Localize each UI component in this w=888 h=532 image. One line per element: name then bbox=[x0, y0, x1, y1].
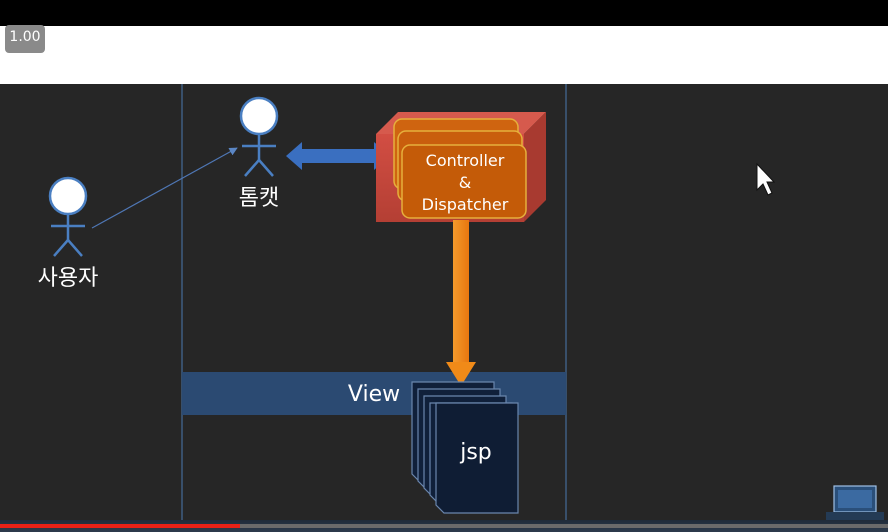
architecture-diagram: 사용자 톰캣 Controller & Dispatcher View jsp bbox=[38, 84, 884, 520]
controller-label-line3: Dispatcher bbox=[422, 195, 509, 214]
controller-label-line2: & bbox=[459, 173, 471, 192]
slide-area: 사용자 톰캣 Controller & Dispatcher View jsp bbox=[0, 84, 888, 520]
top-bar bbox=[0, 0, 888, 26]
tomcat-label: 톰캣 bbox=[239, 186, 279, 211]
mouse-cursor-icon bbox=[756, 162, 776, 196]
user-label: 사용자 bbox=[38, 266, 99, 291]
request-arrow bbox=[91, 147, 238, 229]
forward-arrow bbox=[446, 220, 476, 386]
controller-label-line1: Controller bbox=[426, 151, 505, 170]
bidirectional-arrow bbox=[286, 142, 390, 170]
white-band bbox=[0, 26, 888, 84]
progress-fill bbox=[0, 524, 240, 528]
monitor-icon bbox=[826, 485, 884, 520]
jsp-label: jsp bbox=[459, 440, 492, 465]
playback-speed-badge[interactable]: 1.00 bbox=[5, 25, 45, 53]
user-actor-icon bbox=[48, 176, 88, 257]
view-label: View bbox=[348, 382, 400, 407]
tomcat-actor-icon bbox=[239, 96, 279, 177]
screen: 1.00 사용자 톰캣 Controller & Dispatcher View… bbox=[0, 0, 888, 532]
